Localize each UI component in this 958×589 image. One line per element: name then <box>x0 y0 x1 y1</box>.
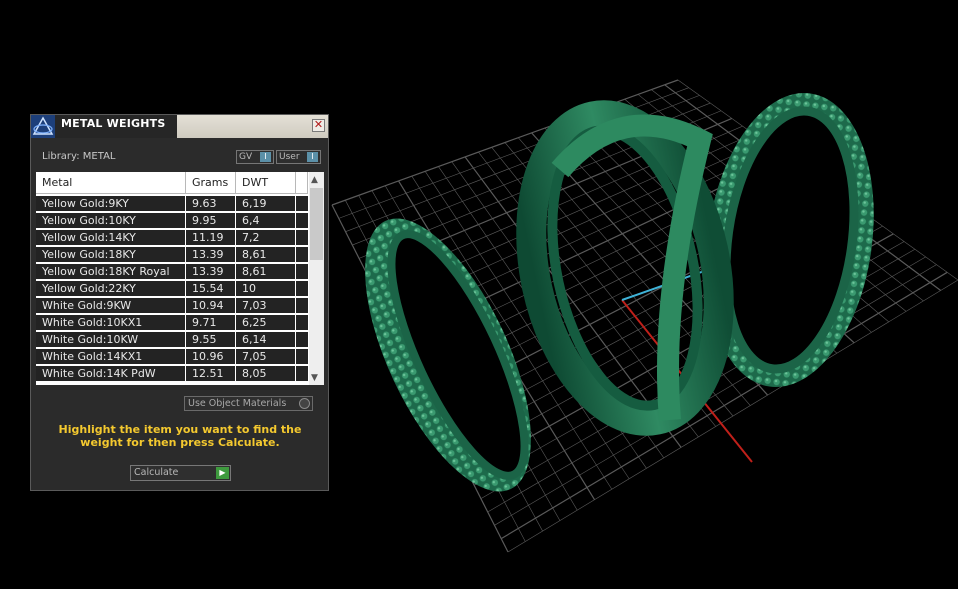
row-spacer <box>296 196 308 212</box>
row-spacer <box>296 349 308 365</box>
instruction-text: Highlight the item you want to find the … <box>58 423 302 449</box>
metal-cell: Yellow Gold:9KY <box>36 196 185 212</box>
dwt-cell: 8,05 <box>236 366 295 382</box>
library-label: Library: METAL <box>42 151 116 162</box>
column-header-grams[interactable]: Grams <box>186 172 236 194</box>
table-row[interactable]: White Gold:10KW 9.55 6,14 <box>36 332 308 349</box>
gv-toggle-label: GV <box>239 152 253 162</box>
radio-circle-icon <box>299 398 310 409</box>
toggle-switch-icon: I <box>307 152 318 162</box>
table-row[interactable]: Yellow Gold:9KY 9.63 6,19 <box>36 196 308 213</box>
metal-cell: White Gold:14KX1 <box>36 349 185 365</box>
scroll-down-icon[interactable]: ▼ <box>311 373 318 383</box>
panel-titlebar[interactable]: METAL WEIGHTS ✕ <box>31 115 328 138</box>
row-spacer <box>296 315 308 331</box>
metal-cell: Yellow Gold:18KY Royal <box>36 264 185 280</box>
gv-toggle[interactable]: GV I <box>236 150 274 164</box>
dwt-cell: 10 <box>236 281 295 297</box>
table-row[interactable]: White Gold:9KW 10.94 7,03 <box>36 298 308 315</box>
table-row[interactable]: Yellow Gold:14KY 11.19 7,2 <box>36 230 308 247</box>
column-header-metal[interactable]: Metal <box>36 172 186 194</box>
metal-cell: Yellow Gold:22KY <box>36 281 185 297</box>
table-row[interactable]: Yellow Gold:18KY Royal 13.39 8,61 <box>36 264 308 281</box>
table-rows: Yellow Gold:9KY 9.63 6,19 Yellow Gold:10KY 9… <box>36 196 308 383</box>
column-header-dwt[interactable]: DWT <box>236 172 296 194</box>
grams-cell: 9.95 <box>186 213 235 229</box>
metal-cell: White Gold:9KW <box>36 298 185 314</box>
grams-cell: 12.51 <box>186 366 235 382</box>
table-scrollbar[interactable]: ▲ ▼ <box>309 172 324 385</box>
grams-cell: 11.19 <box>186 230 235 246</box>
dwt-cell: 8,61 <box>236 247 295 263</box>
scroll-thumb[interactable] <box>310 188 323 260</box>
metal-cell: Yellow Gold:18KY <box>36 247 185 263</box>
metal-weights-panel: METAL WEIGHTS ✕ Library: METAL GV I User… <box>30 114 329 491</box>
user-toggle-label: User <box>279 152 300 162</box>
grams-cell: 10.94 <box>186 298 235 314</box>
dwt-cell: 6,4 <box>236 213 295 229</box>
grams-cell: 15.54 <box>186 281 235 297</box>
user-toggle[interactable]: User I <box>276 150 321 164</box>
grams-cell: 13.39 <box>186 247 235 263</box>
calculate-label: Calculate <box>134 467 179 478</box>
dwt-cell: 6,25 <box>236 315 295 331</box>
metal-table: Metal Grams DWT Yellow Gold:9KY 9.63 6,19 Y… <box>36 172 324 385</box>
column-header-spacer <box>296 172 308 194</box>
grams-cell: 10.96 <box>186 349 235 365</box>
metal-cell: Yellow Gold:10KY <box>36 213 185 229</box>
grams-cell: 9.63 <box>186 196 235 212</box>
metal-cell: White Gold:10KX1 <box>36 315 185 331</box>
ring-middle[interactable] <box>505 98 746 439</box>
table-row[interactable]: Yellow Gold:22KY 15.54 10 <box>36 281 308 298</box>
dwt-cell: 7,05 <box>236 349 295 365</box>
grams-cell: 13.39 <box>186 264 235 280</box>
dwt-cell: 8,61 <box>236 264 295 280</box>
row-spacer <box>296 213 308 229</box>
table-row[interactable]: White Gold:10KX1 9.71 6,25 <box>36 315 308 332</box>
table-row[interactable]: White Gold:14K PdW 12.51 8,05 <box>36 366 308 383</box>
row-spacer <box>296 247 308 263</box>
calculate-button[interactable]: Calculate ▶ <box>130 465 231 481</box>
rhino-app-icon <box>31 115 55 138</box>
table-row[interactable]: Yellow Gold:18KY 13.39 8,61 <box>36 247 308 264</box>
metal-cell: Yellow Gold:14KY <box>36 230 185 246</box>
toggle-switch-icon: I <box>260 152 271 162</box>
table-row[interactable]: White Gold:14KX1 10.96 7,05 <box>36 349 308 366</box>
play-arrow-icon: ▶ <box>216 467 229 479</box>
grams-cell: 9.71 <box>186 315 235 331</box>
panel-title: METAL WEIGHTS <box>61 117 166 130</box>
dwt-cell: 6,19 <box>236 196 295 212</box>
scroll-up-icon[interactable]: ▲ <box>311 175 318 185</box>
dwt-cell: 7,2 <box>236 230 295 246</box>
metal-cell: White Gold:14K PdW <box>36 366 185 382</box>
metal-cell: White Gold:10KW <box>36 332 185 348</box>
dwt-cell: 7,03 <box>236 298 295 314</box>
use-object-materials-label: Use Object Materials <box>188 398 287 409</box>
table-row[interactable]: Yellow Gold:10KY 9.95 6,4 <box>36 213 308 230</box>
close-icon[interactable]: ✕ <box>312 119 325 132</box>
row-spacer <box>296 230 308 246</box>
row-spacer <box>296 264 308 280</box>
dwt-cell: 6,14 <box>236 332 295 348</box>
row-spacer <box>296 298 308 314</box>
row-spacer <box>296 366 308 382</box>
row-spacer <box>296 332 308 348</box>
use-object-materials-toggle[interactable]: Use Object Materials <box>184 396 313 411</box>
grams-cell: 9.55 <box>186 332 235 348</box>
row-spacer <box>296 281 308 297</box>
